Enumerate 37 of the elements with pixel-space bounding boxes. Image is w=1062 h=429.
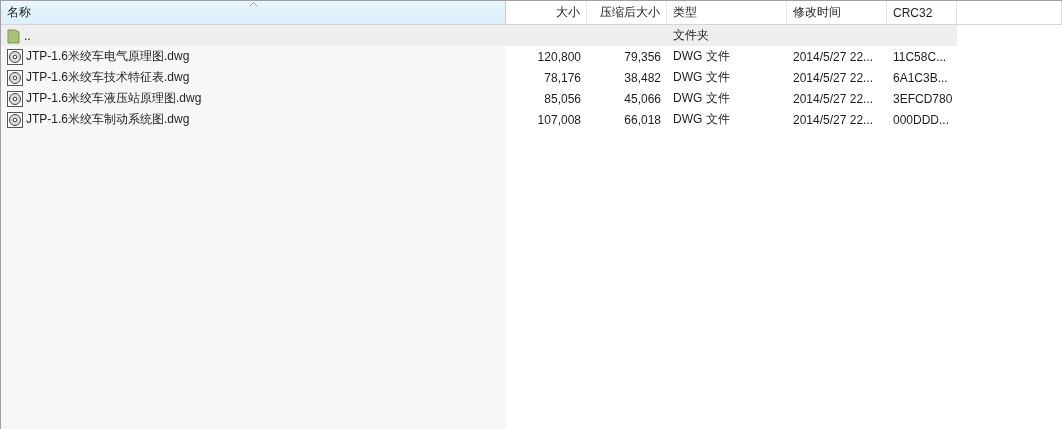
- table-cell: 3EFCD780: [893, 91, 953, 106]
- table-cell: 11C58C...: [893, 49, 947, 64]
- disc-file-icon: [7, 69, 23, 86]
- table-cell: 6A1C3B...: [893, 70, 948, 85]
- file-row[interactable]: JTP-1.6米绞车电气原理图.dwg 120,800 79,356 DWG 文件 2014/5/27 22... 11C58C...: [1, 46, 1062, 67]
- table-cell: 45,066: [624, 91, 661, 106]
- file-row[interactable]: .. 文件夹: [1, 25, 1062, 46]
- file-row[interactable]: JTP-1.6米绞车制动系统图.dwg 107,008 66,018 DWG 文件 2014/5/27 22... 000DDD...: [1, 109, 1062, 130]
- table-cell: DWG 文件: [673, 69, 730, 86]
- table-cell: 107,008: [537, 112, 581, 127]
- table-cell: 120,800: [537, 49, 581, 64]
- file-name: ..: [24, 28, 31, 43]
- file-name: JTP-1.6米绞车制动系统图.dwg: [26, 111, 190, 128]
- table-cell: 2014/5/27 22...: [793, 49, 874, 64]
- column-header[interactable]: 名称: [1, 1, 506, 24]
- file-name: JTP-1.6米绞车液压站原理图.dwg: [26, 90, 202, 107]
- table-cell: 2014/5/27 22...: [793, 91, 874, 106]
- table-cell: 2014/5/27 22...: [793, 70, 874, 85]
- table-cell: 78,176: [544, 70, 581, 85]
- disc-file-icon: [7, 111, 23, 128]
- table-cell: DWG 文件: [673, 111, 730, 128]
- disc-file-icon: [7, 48, 23, 65]
- table-cell: 000DDD...: [893, 112, 950, 127]
- table-cell: 79,356: [624, 49, 661, 64]
- table-cell: 2014/5/27 22...: [793, 112, 874, 127]
- file-name: JTP-1.6米绞车技术特征表.dwg: [26, 69, 190, 86]
- table-cell: 85,056: [544, 91, 581, 106]
- file-row[interactable]: JTP-1.6米绞车技术特征表.dwg 78,176 38,482 DWG 文件 2014/5/27 22... 6A1C3B...: [1, 67, 1062, 88]
- folder-icon: [7, 27, 21, 44]
- table-cell: DWG 文件: [673, 48, 730, 65]
- file-name: JTP-1.6米绞车电气原理图.dwg: [26, 48, 190, 65]
- table-cell: 66,018: [624, 112, 661, 127]
- file-row[interactable]: JTP-1.6米绞车液压站原理图.dwg 85,056 45,066 DWG 文件 2014/5/27 22... 3EFCD780: [1, 88, 1062, 109]
- disc-file-icon: [7, 90, 23, 107]
- table-cell: 文件夹: [673, 27, 709, 44]
- table-cell: DWG 文件: [673, 90, 730, 107]
- table-cell: 38,482: [624, 70, 661, 85]
